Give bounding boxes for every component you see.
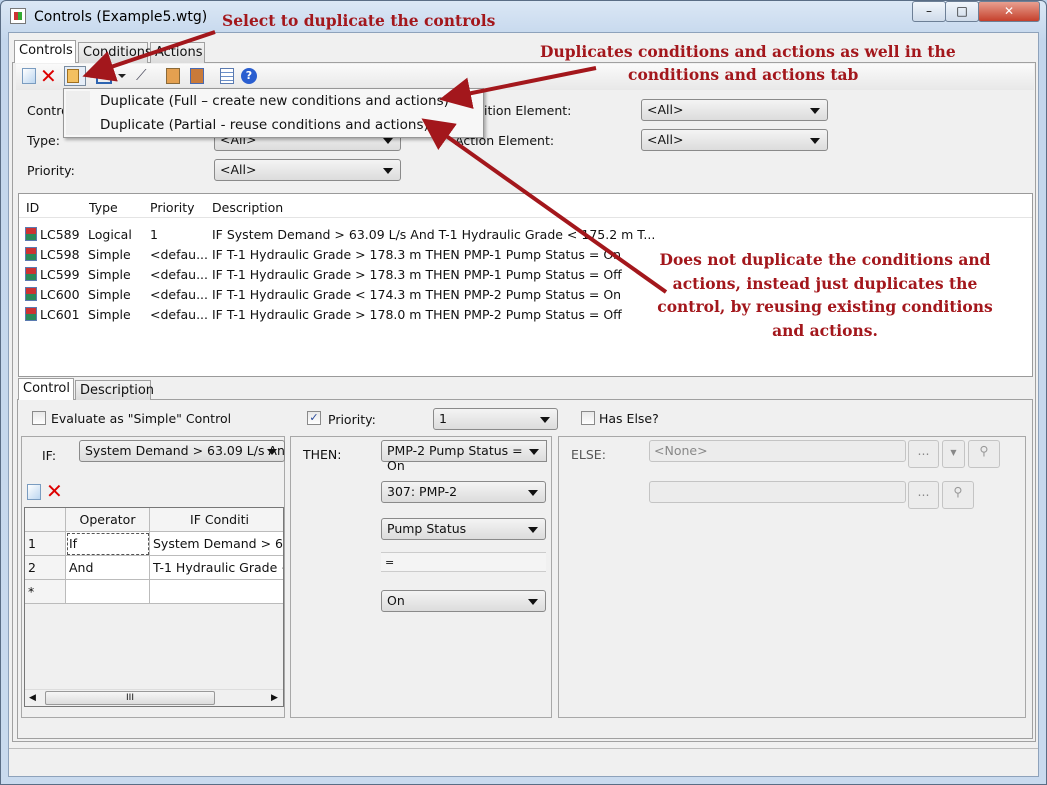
arrow-to-full-item	[439, 66, 597, 109]
arrow-to-duplicate-button	[82, 30, 216, 82]
arrow-to-partial-item	[421, 118, 668, 294]
annotation-arrows	[82, 30, 668, 294]
